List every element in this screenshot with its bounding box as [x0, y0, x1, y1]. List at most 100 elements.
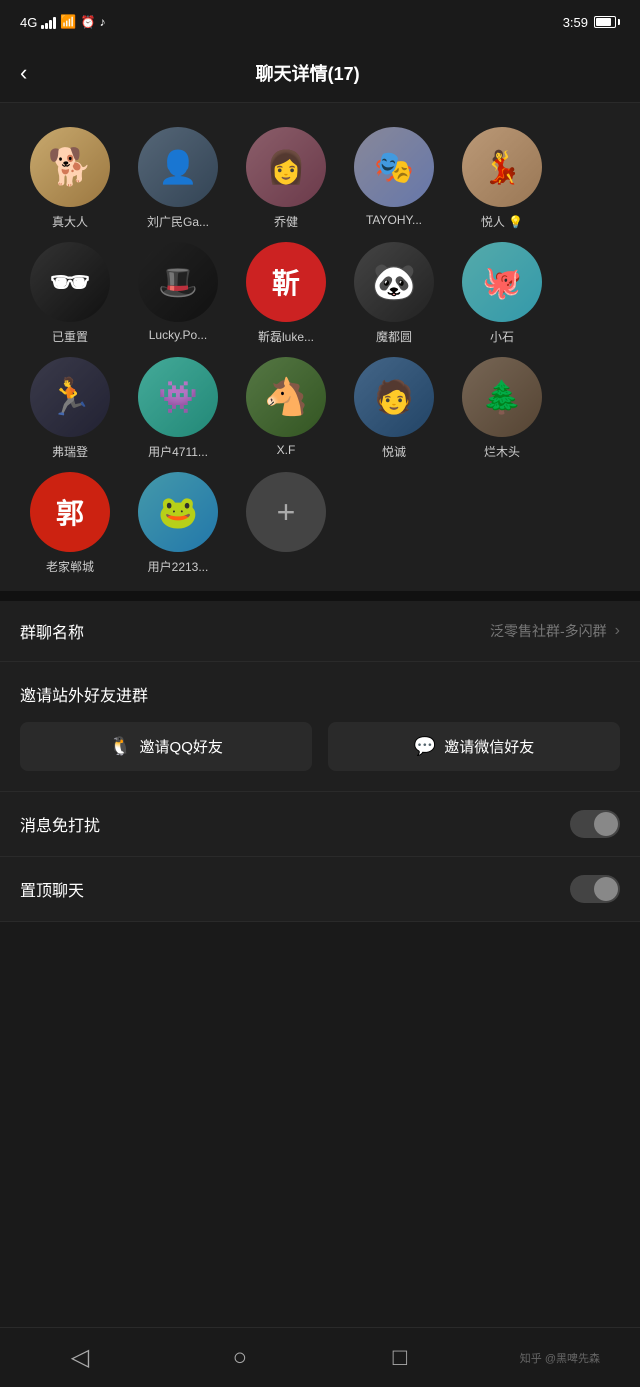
toggle-knob: [594, 812, 618, 836]
member-item-15[interactable]: 🌲 烂木头: [452, 357, 552, 460]
group-name-value-area: 泛零售社群-多闪群 ›: [490, 621, 620, 641]
member-avatar-4: 🎭: [354, 127, 434, 207]
bar3: [49, 20, 52, 29]
members-section: 🐕 真大人 👤 刘广民Ga... 👩 乔健 🎭 TAYOHY... 💃 悦人 💡 🕶 已重置 🎩 Luck…: [0, 103, 640, 591]
member-name-4: TAYOHY...: [344, 213, 444, 227]
members-grid: 🐕 真大人 👤 刘广民Ga... 👩 乔健 🎭 TAYOHY... 💃 悦人 💡 🕶 已重置 🎩 Luck…: [20, 127, 620, 575]
member-name-14: 悦诚: [344, 443, 444, 460]
invite-title: 邀请站外好友进群: [20, 682, 620, 706]
member-item-8[interactable]: 靳靳磊luke...: [236, 242, 336, 345]
member-item-11[interactable]: 🏃 弗瑞登: [20, 357, 120, 460]
member-name-6: 已重置: [20, 328, 120, 345]
invite-qq-button[interactable]: 🐧 邀请QQ好友: [20, 722, 312, 771]
member-item-6[interactable]: 🕶 已重置: [20, 242, 120, 345]
member-avatar-5: 💃: [462, 127, 542, 207]
bar4: [53, 17, 56, 29]
member-name-15: 烂木头: [452, 443, 552, 460]
member-name-11: 弗瑞登: [20, 443, 120, 460]
bottom-nav: ◁ ○ □ 知乎 @黑啤先森: [0, 1327, 640, 1387]
chevron-icon: ›: [615, 622, 620, 640]
member-item-12[interactable]: 👾 用户4711...: [128, 357, 228, 460]
status-right: 3:59: [563, 15, 620, 30]
member-name-5: 悦人 💡: [452, 213, 552, 230]
nav-recent-button[interactable]: □: [360, 1338, 440, 1378]
invite-wechat-label: 邀请微信好友: [444, 736, 534, 757]
member-item-16[interactable]: 郭老家郸城: [20, 472, 120, 575]
group-name-row[interactable]: 群聊名称 泛零售社群-多闪群 ›: [0, 601, 640, 662]
member-avatar-11: 🏃: [30, 357, 110, 437]
member-item-7[interactable]: 🎩 Lucky.Po...: [128, 242, 228, 345]
status-bar: 4G 📶 ⏰ ♪ 3:59: [0, 0, 640, 44]
alarm-icon: ⏰: [81, 15, 96, 29]
member-item-14[interactable]: 🧑 悦诚: [344, 357, 444, 460]
invite-buttons: 🐧 邀请QQ好友 💬 邀请微信好友: [20, 722, 620, 771]
member-item-10[interactable]: 🐙 小石: [452, 242, 552, 345]
member-avatar-3: 👩: [246, 127, 326, 207]
status-left: 4G 📶 ⏰ ♪: [20, 14, 105, 30]
member-item-5[interactable]: 💃 悦人 💡: [452, 127, 552, 230]
bar2: [45, 23, 48, 29]
wifi-icon: 📶: [60, 14, 76, 30]
add-member-button[interactable]: +: [246, 472, 326, 552]
pin-to-top-row: 置顶聊天: [0, 857, 640, 922]
member-name-3: 乔健: [236, 213, 336, 230]
member-item-1[interactable]: 🐕 真大人: [20, 127, 120, 230]
member-avatar-15: 🌲: [462, 357, 542, 437]
section-divider: [0, 591, 640, 601]
add-member-item[interactable]: +: [236, 472, 336, 575]
member-item-17[interactable]: 🐸 用户2213...: [128, 472, 228, 575]
invite-section: 邀请站外好友进群 🐧 邀请QQ好友 💬 邀请微信好友: [0, 662, 640, 792]
do-not-disturb-toggle[interactable]: [570, 810, 620, 838]
member-item-9[interactable]: 🐼 魔都圆: [344, 242, 444, 345]
member-name-1: 真大人: [20, 213, 120, 230]
back-button[interactable]: ‹: [20, 56, 35, 90]
member-avatar-14: 🧑: [354, 357, 434, 437]
group-name-label: 群聊名称: [20, 619, 84, 643]
member-item-2[interactable]: 👤 刘广民Ga...: [128, 127, 228, 230]
invite-qq-label: 邀请QQ好友: [140, 736, 223, 757]
do-not-disturb-label: 消息免打扰: [20, 812, 100, 836]
member-avatar-13: 🐴: [246, 357, 326, 437]
member-avatar-9: 🐼: [354, 242, 434, 322]
clock: 3:59: [563, 15, 588, 30]
battery-indicator: [594, 16, 620, 28]
member-avatar-12: 👾: [138, 357, 218, 437]
member-avatar-2: 👤: [138, 127, 218, 207]
tiktok-icon: ♪: [99, 15, 105, 29]
nav-back-button[interactable]: ◁: [40, 1338, 120, 1378]
member-avatar-8: 靳: [246, 242, 326, 322]
member-avatar-1: 🐕: [30, 127, 110, 207]
group-name-value: 泛零售社群-多闪群: [490, 621, 607, 641]
member-name-17: 用户2213...: [128, 558, 228, 575]
member-name-10: 小石: [452, 328, 552, 345]
member-item-13[interactable]: 🐴 X.F: [236, 357, 336, 460]
signal-text: 4G: [20, 15, 37, 30]
invite-wechat-button[interactable]: 💬 邀请微信好友: [328, 722, 620, 771]
qq-icon: 🐧: [109, 736, 131, 757]
nav-credit: 知乎 @黑啤先森: [520, 1350, 600, 1366]
member-avatar-7: 🎩: [138, 242, 218, 322]
member-avatar-10: 🐙: [462, 242, 542, 322]
settings-section: 群聊名称 泛零售社群-多闪群 › 邀请站外好友进群 🐧 邀请QQ好友 💬 邀请微…: [0, 601, 640, 922]
member-name-16: 老家郸城: [20, 558, 120, 575]
member-avatar-6: 🕶: [30, 242, 110, 322]
pin-to-top-toggle[interactable]: [570, 875, 620, 903]
member-avatar-17: 🐸: [138, 472, 218, 552]
toggle-knob-2: [594, 877, 618, 901]
member-name-9: 魔都圆: [344, 328, 444, 345]
do-not-disturb-row: 消息免打扰: [0, 792, 640, 857]
nav-home-button[interactable]: ○: [200, 1338, 280, 1378]
header: ‹ 聊天详情(17): [0, 44, 640, 103]
wechat-icon: 💬: [414, 736, 436, 757]
member-name-12: 用户4711...: [128, 443, 228, 460]
member-name-2: 刘广民Ga...: [128, 213, 228, 230]
page-title: 聊天详情(17): [35, 60, 580, 86]
member-name-8: 靳磊luke...: [236, 328, 336, 345]
member-name-7: Lucky.Po...: [128, 328, 228, 342]
bar1: [41, 25, 44, 29]
member-name-13: X.F: [236, 443, 336, 457]
member-item-3[interactable]: 👩 乔健: [236, 127, 336, 230]
signal-bars: [41, 15, 56, 29]
member-item-4[interactable]: 🎭 TAYOHY...: [344, 127, 444, 230]
member-avatar-16: 郭: [30, 472, 110, 552]
